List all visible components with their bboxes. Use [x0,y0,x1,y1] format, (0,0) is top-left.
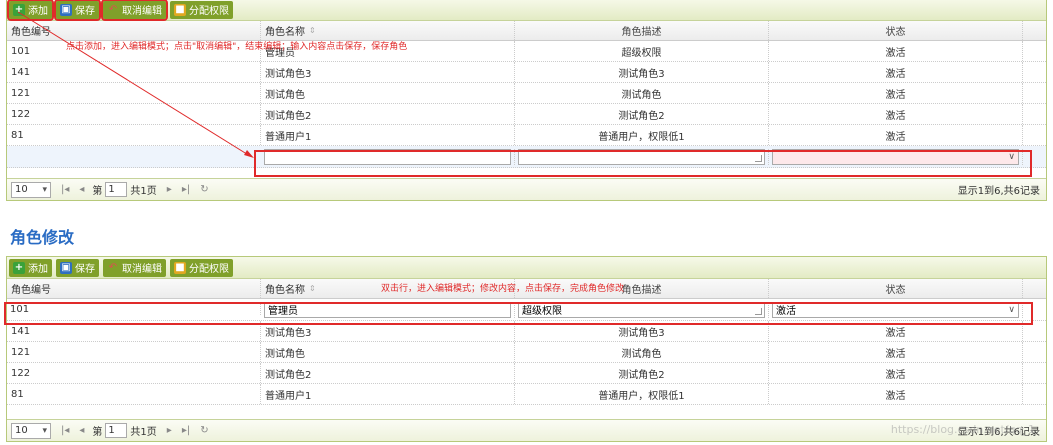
watermark: https://blog.csdn.net/qq_1 [890,423,1035,436]
last-page-icon[interactable]: ▸| [182,184,190,195]
page-info: 显示1到6,共6记录 [957,186,1040,197]
sort-icon[interactable]: ⇕ [309,26,316,35]
grid-toolbar: + 添加 ▣ 保存 ↶ 取消编辑 ■ 分配权限 [7,257,1046,279]
column-header-id[interactable]: 角色编号 [7,279,261,298]
column-header-desc[interactable]: 角色描述 [515,21,769,40]
section-title: 角色修改 [10,228,75,247]
add-button[interactable]: + 添加 [7,0,54,21]
page-number-input[interactable]: 1 [105,423,128,438]
highlight-box [4,302,1033,325]
save-button[interactable]: ▣ 保存 [56,258,99,277]
caret-down-icon: ▾ [42,184,47,195]
undo-icon: ↶ [108,3,118,15]
prev-page-icon[interactable]: ◂ [79,184,84,195]
table-row[interactable]: 81 普通用户1 普通用户，权限低1 激活 [7,384,1046,405]
table-row[interactable]: 121 测试角色 测试角色 激活 [7,342,1046,363]
page-size-select[interactable]: 10 ▾ [11,422,51,439]
floppy-icon: ▣ [60,261,72,274]
column-header-name[interactable]: 角色名称 ⇕ [261,21,515,40]
lock-icon: ■ [174,261,186,274]
pagination-bar: 10 ▾ |◂ ◂ 第 1 共1页 ▸ ▸| ↻ 显示1到6,共6记录 [7,178,1046,200]
assign-permission-button[interactable]: ■ 分配权限 [170,258,233,277]
table-row[interactable]: 81 普通用户1 普通用户，权限低1 激活 [7,125,1046,146]
caret-down-icon: ▾ [42,425,47,436]
sort-icon[interactable]: ⇕ [309,284,316,293]
lock-icon: ■ [174,3,186,16]
table-row[interactable]: 141 测试角色3 测试角色3 激活 [7,62,1046,83]
next-page-icon[interactable]: ▸ [167,425,172,436]
plus-icon: + [13,261,25,274]
grid-header: 角色编号 角色名称 ⇕ 角色描述 状态 [7,21,1046,41]
page-number-input[interactable]: 1 [105,182,128,197]
table-row[interactable]: 121 测试角色 测试角色 激活 [7,83,1046,104]
first-page-icon[interactable]: |◂ [61,184,69,195]
next-page-icon[interactable]: ▸ [167,184,172,195]
column-header-id[interactable]: 角色编号 [7,21,261,40]
grid-toolbar: + 添加 ▣ 保存 ↶ 取消编辑 ■ 分配权限 [7,0,1046,21]
table-row[interactable]: 122 测试角色2 测试角色2 激活 [7,104,1046,125]
prev-page-icon[interactable]: ◂ [79,425,84,436]
save-button[interactable]: ▣ 保存 [54,0,101,21]
column-header-status[interactable]: 状态 [769,21,1023,40]
add-button[interactable]: + 添加 [9,258,52,277]
column-header-status[interactable]: 状态 [769,279,1023,298]
last-page-icon[interactable]: ▸| [182,425,190,436]
floppy-icon: ▣ [60,3,72,16]
page-size-select[interactable]: 10 ▾ [11,181,51,198]
cancel-edit-button[interactable]: ↶ 取消编辑 [103,258,166,277]
annotation-text: 双击行，进入编辑模式；修改内容，点击保存，完成角色修改 [381,284,625,294]
undo-icon: ↶ [108,261,118,273]
plus-icon: + [13,3,25,16]
assign-permission-button[interactable]: ■ 分配权限 [170,0,233,19]
data-grid: 角色编号 角色名称 ⇕ 角色描述 状态 101 管理员 超级权限 激活 ∨ 141 测… [7,279,1046,405]
refresh-icon[interactable]: ↻ [200,425,208,436]
annotation-text: 点击添加，进入编辑模式；点击"取消编辑"，结束编辑；输入内容点击保存，保存角色 [66,42,408,52]
first-page-icon[interactable]: |◂ [61,425,69,436]
highlight-box [254,150,1032,177]
cancel-edit-button[interactable]: ↶ 取消编辑 [101,0,168,21]
refresh-icon[interactable]: ↻ [200,184,208,195]
table-row[interactable]: 122 测试角色2 测试角色2 激活 [7,363,1046,384]
